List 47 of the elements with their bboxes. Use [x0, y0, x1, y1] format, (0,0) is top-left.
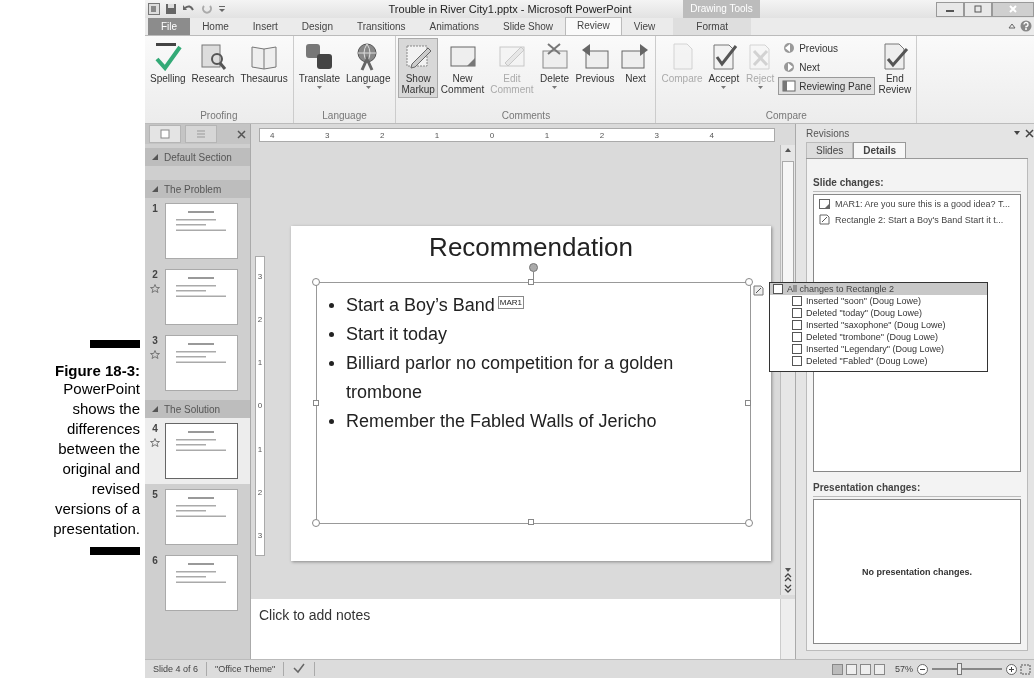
- ruler-number: 3: [324, 130, 330, 140]
- slide-number: 6: [152, 555, 158, 566]
- ruler-number: 0: [257, 401, 263, 411]
- change-label: Deleted "trombone" (Doug Lowe): [806, 332, 938, 342]
- change-group-label: All changes to Rectangle 2: [787, 284, 895, 294]
- slide-number: 5: [152, 489, 158, 500]
- ruler-number: 1: [434, 130, 440, 140]
- slide-counter: Slide 4 of 6: [145, 662, 208, 676]
- bullet-text: Billiard parlor no competition for a golden trombone: [346, 352, 675, 404]
- change-label: Inserted "soon" (Doug Lowe): [806, 296, 921, 306]
- group-label: Comments: [500, 109, 552, 123]
- slide-number: 2: [152, 269, 158, 280]
- ruler-number: 1: [257, 358, 263, 368]
- bullet-text: Remember the Fabled Walls of Jericho: [346, 410, 657, 433]
- bullet-text: Start a Boy’s Band: [346, 294, 495, 317]
- ruler-number: 1: [544, 130, 550, 140]
- ruler-number: 2: [599, 130, 605, 140]
- group-label: Proofing: [199, 109, 239, 123]
- ruler-number: 1: [257, 444, 263, 454]
- section-heading: Slide changes:: [813, 159, 1021, 192]
- slide-title: Recommendation: [428, 231, 634, 262]
- bullet-text: Start it today: [346, 323, 448, 346]
- slide-number: 3: [152, 335, 158, 346]
- group-label: Compare: [764, 109, 808, 123]
- figure-caption: PowerPoint shows the differences between the original and revised versions of a presentation.: [52, 379, 140, 539]
- pane-title: Revisions: [806, 127, 850, 139]
- ruler-number: 3: [257, 272, 263, 281]
- ruler-number: 3: [257, 530, 263, 540]
- ruler-number: 0: [489, 130, 495, 140]
- change-label: Inserted "Legendary" (Doug Lowe): [806, 344, 944, 354]
- group-label: Language: [321, 109, 368, 123]
- window-title: Trouble in River City1.pptx - Microsoft PowerPoint: [387, 3, 633, 15]
- change-label: Inserted "saxophone" (Doug Lowe): [806, 320, 946, 330]
- section-heading: Presentation changes:: [813, 472, 1021, 497]
- ruler-number: 2: [257, 487, 263, 497]
- slide-number: 4: [152, 423, 158, 434]
- change-label: Deleted "Fabled" (Doug Lowe): [806, 356, 928, 366]
- contextual-tab-label: Drawing Tools: [683, 0, 760, 18]
- ruler-number: 4: [709, 130, 714, 140]
- change-label: Deleted "today" (Doug Lowe): [806, 308, 922, 318]
- figure-label: Figure 18-3:: [54, 362, 140, 379]
- slide-number: 1: [152, 203, 158, 214]
- ruler-number: 4: [270, 130, 275, 140]
- ruler-number: 2: [379, 130, 385, 140]
- empty-message: No presentation changes.: [862, 566, 972, 577]
- ruler-number: 2: [257, 315, 263, 325]
- ruler-number: 3: [654, 130, 659, 140]
